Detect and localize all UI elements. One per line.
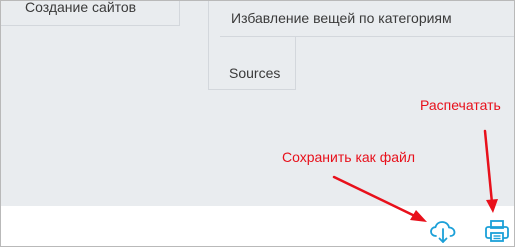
- menu-item-sources[interactable]: Sources: [229, 65, 280, 81]
- divider: [220, 36, 514, 37]
- page-frame: Создание сайтов Избавление вещей по кате…: [0, 0, 515, 247]
- divider: [208, 1, 209, 89]
- menu-item-declutter-categories[interactable]: Избавление вещей по категориям: [231, 10, 452, 26]
- divider: [1, 25, 179, 26]
- annotation-print: Распечатать: [420, 97, 501, 113]
- menu-item-create-sites[interactable]: Создание сайтов: [25, 1, 136, 15]
- annotation-save: Сохранить как файл: [282, 149, 415, 165]
- divider: [179, 1, 180, 26]
- content-area: Создание сайтов Избавление вещей по кате…: [1, 1, 514, 206]
- divider: [295, 36, 296, 90]
- divider: [208, 89, 295, 90]
- printer-icon[interactable]: [483, 217, 511, 245]
- cloud-download-icon[interactable]: [429, 217, 457, 245]
